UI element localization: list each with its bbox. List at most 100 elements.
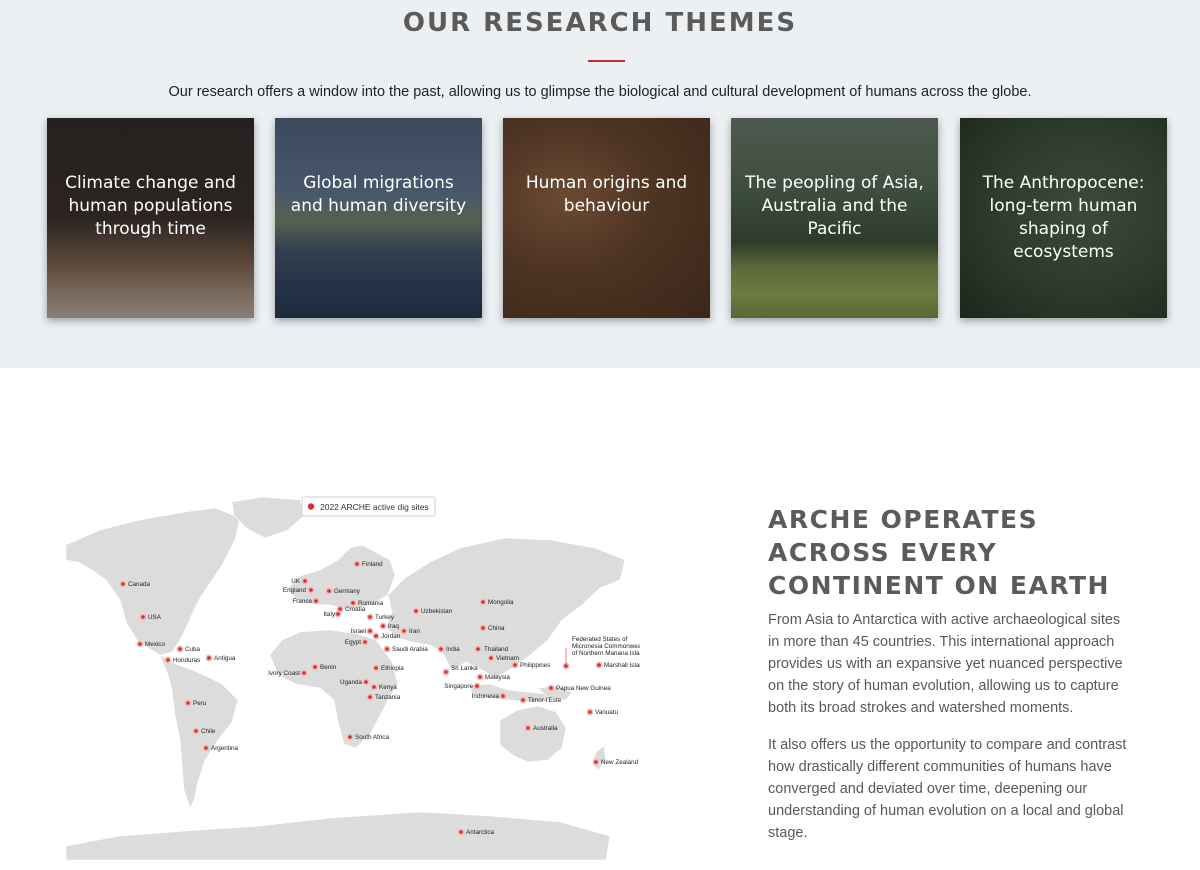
map-legend: 2022 ARCHE active dig sites <box>301 496 436 517</box>
research-themes-section: OUR RESEARCH THEMES Our research offers … <box>0 0 1200 368</box>
dig-site-label: UK <box>291 578 301 585</box>
dig-site-label: Sri Lanka <box>451 665 478 672</box>
dig-site-label: Australia <box>533 725 558 732</box>
dig-site-marker <box>368 629 372 633</box>
dig-site-marker <box>564 664 568 668</box>
dig-site-marker <box>481 626 485 630</box>
dig-site-label: France <box>292 598 312 605</box>
dig-site-label: Malaysia <box>485 674 510 681</box>
dig-site-marker <box>526 726 530 730</box>
dig-site-label: Argentina <box>211 745 238 752</box>
dig-site-label: South Africa <box>355 734 389 741</box>
dig-site-label: Croatia <box>345 606 366 613</box>
dig-site-marker <box>459 830 463 834</box>
dig-site-label: Israel <box>351 628 366 635</box>
dig-site-label: Chile <box>201 728 216 735</box>
dig-site-marker <box>302 671 306 675</box>
dig-site-marker <box>513 663 517 667</box>
dig-site-marker <box>336 612 340 616</box>
dig-site-marker <box>372 685 376 689</box>
theme-card-climate-change[interactable]: Climate change and human populations thr… <box>47 118 254 318</box>
dig-site-label: Philippines <box>520 662 550 669</box>
operations-title: ARCHE OPERATES ACROSS EVERY CONTINENT ON… <box>768 505 1110 600</box>
dig-site-marker <box>444 670 448 674</box>
dig-site-marker <box>476 647 480 651</box>
dig-site-label: New Zealand <box>601 759 639 766</box>
dig-site-label: Vanuatu <box>595 709 618 716</box>
dig-site-marker <box>355 562 359 566</box>
dig-site-label: Indonesia <box>472 693 500 700</box>
dig-site-marker <box>481 600 485 604</box>
dig-site-marker <box>138 642 142 646</box>
research-themes-title: OUR RESEARCH THEMES <box>402 8 798 38</box>
dig-site-label: Micronesia Commonwealth <box>572 643 640 650</box>
dig-site-label: USA <box>148 614 162 621</box>
operations-paragraph-2: It also offers us the opportunity to com… <box>768 737 1127 841</box>
dig-site-marker <box>385 647 389 651</box>
dig-site-label: England <box>283 587 307 594</box>
dig-site-label: of Northern Mariana Islands <box>572 650 640 657</box>
theme-card-global-migrations[interactable]: Global migrations and human diversity <box>275 118 482 318</box>
dig-site-marker <box>204 746 208 750</box>
dig-site-label: Romania <box>358 600 384 607</box>
dig-site-label: China <box>488 625 505 632</box>
dig-site-label: India <box>446 646 460 653</box>
theme-card-anthropocene[interactable]: The Anthropocene: long-term human shapin… <box>960 118 1167 318</box>
dig-site-label: Jordan <box>381 633 401 640</box>
dig-site-label: Timor-l'Este <box>528 697 562 704</box>
theme-card-label: Global migrations and human diversity <box>290 173 467 216</box>
theme-card-label: Climate change and human populations thr… <box>65 173 236 239</box>
world-dig-sites-map: 2022 ARCHE active dig sites Canada USA Mex… <box>65 496 640 860</box>
dig-site-label: Finland <box>362 561 383 568</box>
dig-site-marker <box>351 601 355 605</box>
dig-site-label: Iraq <box>388 623 399 630</box>
dig-site-label: Iran <box>409 628 420 635</box>
dig-site-label: Tanzania <box>375 694 401 701</box>
title-divider <box>588 60 625 62</box>
map-legend-label: 2022 ARCHE active dig sites <box>320 502 429 512</box>
dig-site-marker <box>327 589 331 593</box>
dig-site-marker <box>348 735 352 739</box>
dig-site-marker <box>588 710 592 714</box>
dig-site-marker <box>141 615 145 619</box>
dig-site-label: Ethiopia <box>381 665 404 672</box>
dig-site-label: Peru <box>193 700 207 707</box>
dig-site-marker <box>338 607 342 611</box>
theme-card-label: The Anthropocene: long-term human shapin… <box>982 173 1145 262</box>
dig-site-marker <box>313 665 317 669</box>
dig-site-label: Thailand <box>484 646 509 653</box>
dig-site-label: Turkey <box>375 614 395 621</box>
dig-site-marker <box>381 624 385 628</box>
dig-site-label: Saudi Arabia <box>392 646 428 653</box>
dig-site-marker <box>363 640 367 644</box>
dig-site-marker <box>368 695 372 699</box>
dig-site-marker <box>521 698 525 702</box>
operations-paragraph-1: From Asia to Antarctica with active arch… <box>768 612 1123 716</box>
dig-site-label: Mongolia <box>488 599 514 606</box>
dig-site-marker <box>309 588 313 592</box>
dig-site-marker <box>478 675 482 679</box>
dig-site-label: Egypt <box>345 639 361 646</box>
dig-site-label: Vietnam <box>496 655 519 662</box>
dig-site-label: Italy <box>323 611 335 618</box>
theme-card-label: Human origins and behaviour <box>525 173 688 216</box>
dig-site-label: Singapore <box>444 683 473 690</box>
dig-site-marker <box>549 686 553 690</box>
dig-site-label: Marshall Islands <box>604 662 640 669</box>
dig-site-marker <box>489 656 493 660</box>
dig-site-marker <box>597 663 601 667</box>
dig-site-label: Uzbekistan <box>421 608 453 615</box>
dig-site-marker <box>364 680 368 684</box>
theme-card-peopling-asia[interactable]: The peopling of Asia, Australia and the … <box>731 118 938 318</box>
dig-site-marker <box>501 694 505 698</box>
dig-site-label: Uganda <box>340 679 363 686</box>
dig-site-marker <box>475 684 479 688</box>
theme-card-label: The peopling of Asia, Australia and the … <box>745 173 924 239</box>
dig-site-label: Federated States of <box>572 636 628 643</box>
dig-site-label: Antarctica <box>466 829 494 836</box>
dig-site-label: Honduras <box>173 657 200 664</box>
dig-site-marker <box>186 701 190 705</box>
dig-site-label: Ivory Coast <box>268 670 300 677</box>
theme-card-human-origins[interactable]: Human origins and behaviour <box>503 118 710 318</box>
dig-site-marker <box>439 647 443 651</box>
